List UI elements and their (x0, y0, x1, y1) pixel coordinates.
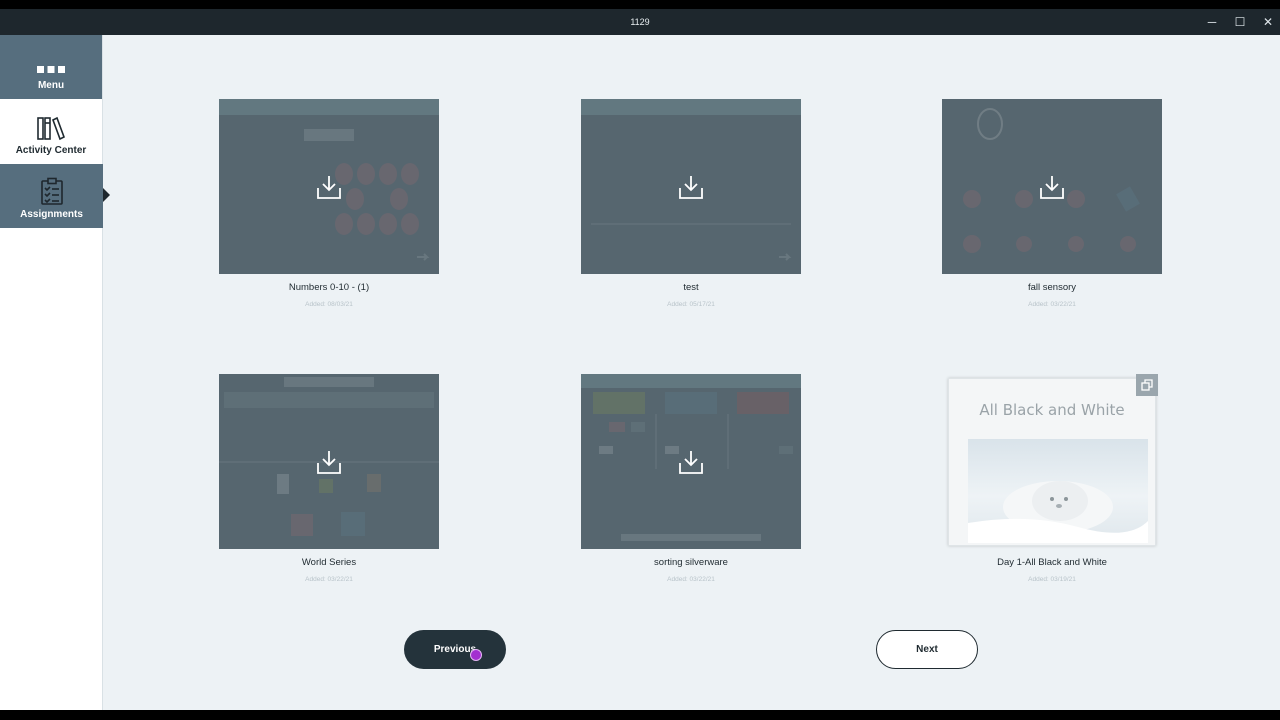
assignment-preview[interactable]: All Black and White (942, 374, 1162, 549)
assignment-thumbnail[interactable] (581, 99, 801, 274)
title-bar: 1129 ─ ☐ ✕ (0, 9, 1280, 35)
previous-button[interactable]: Previous (404, 630, 506, 669)
assignment-date: Added: 03/22/21 (667, 576, 715, 583)
download-icon[interactable] (678, 174, 704, 200)
books-icon (37, 116, 65, 141)
assignment-date: Added: 03/22/21 (1028, 301, 1076, 308)
assignment-card: test Added: 05/17/21 (581, 99, 801, 308)
assignment-name: test (683, 282, 699, 293)
minimize-button[interactable]: ─ (1198, 9, 1226, 35)
assignment-thumbnail[interactable] (219, 99, 439, 274)
assignment-name: fall sensory (1027, 282, 1077, 293)
assignment-thumbnail[interactable] (942, 99, 1162, 274)
sidebar-item-label: Activity Center (15, 145, 87, 156)
assignment-name: Day 1-All Black and White (997, 557, 1107, 568)
app-window: Menu Activity Center Assignments Numbers… (0, 35, 1280, 710)
clipboard-checklist-icon (40, 177, 63, 205)
window-title: 1129 (630, 17, 650, 27)
next-button[interactable]: Next (876, 630, 978, 669)
preview-page: All Black and White (948, 377, 1156, 546)
preview-title: All Black and White (979, 400, 1125, 419)
assignment-card: sorting silverware Added: 03/22/21 (581, 374, 801, 583)
download-icon[interactable] (316, 449, 342, 475)
maximize-button[interactable]: ☐ (1226, 9, 1254, 35)
menu-dots-icon (37, 66, 65, 73)
assignment-thumbnail[interactable] (581, 374, 801, 549)
assignment-date: Added: 03/19/21 (1028, 576, 1076, 583)
assignment-card: Numbers 0-10 - (1) Added: 08/03/21 (219, 99, 439, 308)
assignment-card: fall sensory Added: 03/22/21 (942, 99, 1162, 308)
assignment-card: World Series Added: 03/22/21 (219, 374, 439, 583)
cursor-indicator (470, 649, 482, 661)
download-icon[interactable] (1039, 174, 1065, 200)
download-icon[interactable] (316, 174, 342, 200)
assignment-card: All Black and White Day 1-All Black and … (942, 374, 1162, 583)
assignment-date: Added: 05/17/21 (667, 301, 715, 308)
copy-icon[interactable] (1136, 374, 1158, 396)
assignment-thumbnail[interactable] (219, 374, 439, 549)
sidebar-item-assignments[interactable]: Assignments (0, 164, 110, 228)
assignment-date: Added: 03/22/21 (305, 576, 353, 583)
assignment-name: World Series (301, 557, 357, 568)
sidebar-item-label: Menu (37, 80, 65, 91)
sidebar: Menu Activity Center Assignments (0, 35, 110, 710)
seal-photo (968, 438, 1148, 543)
sidebar-item-activity-center[interactable]: Activity Center (0, 100, 102, 164)
assignment-date: Added: 08/03/21 (305, 301, 353, 308)
assignment-name: sorting silverware (654, 557, 728, 568)
assignment-name: Numbers 0-10 - (1) (288, 282, 370, 293)
close-button[interactable]: ✕ (1254, 9, 1280, 35)
sidebar-item-menu[interactable]: Menu (0, 35, 102, 99)
download-icon[interactable] (678, 449, 704, 475)
sidebar-item-label: Assignments (20, 209, 83, 220)
